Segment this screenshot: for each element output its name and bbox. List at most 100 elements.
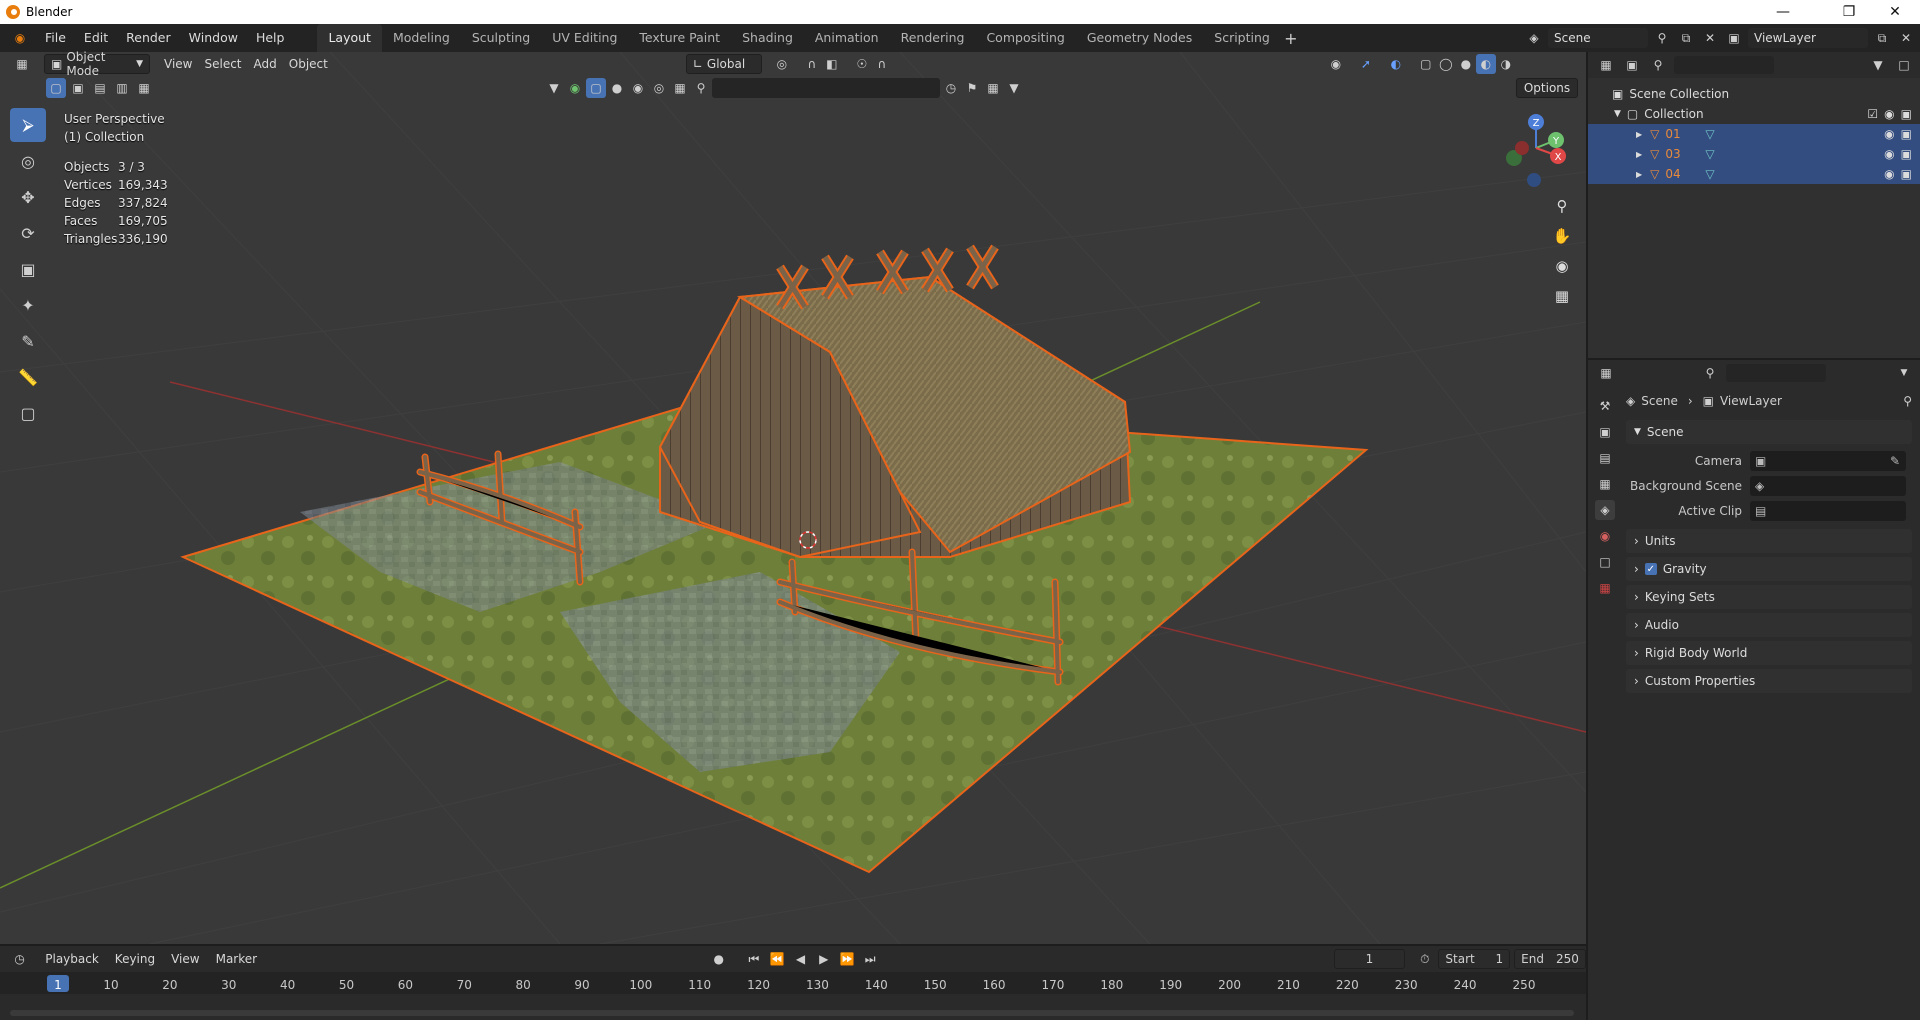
stopwatch-icon[interactable]: ⏱ [1415,949,1434,969]
custom-properties-panel-header[interactable]: › Custom Properties [1626,669,1912,693]
viewlayer-icon[interactable]: ▣ [1724,28,1744,48]
pan-hand-icon[interactable]: ✋ [1548,222,1576,250]
ortho-grid-icon[interactable]: ▦ [1548,282,1576,310]
scene-icon[interactable]: ◈ [1524,28,1544,48]
menu-render[interactable]: Render [117,24,180,52]
new-scene-icon[interactable]: ⧉ [1676,28,1696,48]
audio-panel-header[interactable]: › Audio [1626,613,1912,637]
annotate-tool[interactable]: ✎ [10,324,46,358]
end-frame-field[interactable]: End 250 [1514,949,1586,969]
object-filter-icon[interactable]: ▢ [586,78,606,98]
delete-viewlayer-icon[interactable]: ✕ [1896,28,1916,48]
timeline-track-area[interactable] [0,994,1586,1020]
menu-keying[interactable]: Keying [109,949,161,969]
rotate-tool[interactable]: ⟳ [10,216,46,250]
background-scene-field[interactable]: ◈ [1750,475,1906,496]
tab-sculpting[interactable]: Sculpting [461,24,541,52]
render-camera-icon[interactable]: ▣ [1901,147,1912,161]
expand-icon[interactable]: ▶ [1636,170,1642,179]
falloff-icon[interactable]: ∩ [872,54,892,74]
menu-object[interactable]: Object [283,54,334,74]
new-collection-icon[interactable]: □ [1894,55,1914,75]
timeline-scrollbar[interactable] [10,1010,1574,1016]
play-icon[interactable]: ▶ [814,949,833,969]
active-clip-field[interactable]: ▤ [1750,500,1906,521]
keying-sets-panel-header[interactable]: › Keying Sets [1626,585,1912,609]
properties-search-input[interactable] [1726,364,1826,382]
restore-icon[interactable]: ❐ [1826,0,1872,24]
timeline-editor-type-icon[interactable]: ◷ [10,949,29,969]
gizmo-icon[interactable]: ➚ [1356,54,1376,74]
scene-selector[interactable]: Scene [1548,28,1648,48]
wireframe-shading-icon[interactable]: ◯ [1436,54,1456,74]
xray-icon[interactable]: ▢ [1416,54,1436,74]
empty-filter-icon[interactable]: ◎ [649,78,669,98]
menu-timeline-view[interactable]: View [165,949,205,969]
camera-field[interactable]: ▣ ✎ [1750,450,1906,471]
jump-start-icon[interactable]: ⏮ [744,949,763,969]
tab-uv-editing[interactable]: UV Editing [541,24,628,52]
menu-view[interactable]: View [158,54,198,74]
proportional-editing-icon[interactable]: ☉ [852,54,872,74]
rigid-body-world-panel-header[interactable]: › Rigid Body World [1626,641,1912,665]
light-filter-icon[interactable]: ● [607,78,627,98]
tool-tab-icon[interactable]: ⚒ [1595,396,1615,416]
tab-layout[interactable]: Layout [317,24,382,52]
funnel-icon[interactable]: ▼ [1004,78,1024,98]
tab-shading[interactable]: Shading [731,24,804,52]
material-preview-shading-icon[interactable]: ◐ [1475,54,1496,74]
scale-tool[interactable]: ▣ [10,252,46,286]
play-reverse-icon[interactable]: ◀ [791,949,810,969]
cursor-tool[interactable]: ◎ [10,144,46,178]
exclude-checkbox-icon[interactable]: ☑ [1867,107,1878,121]
properties-editor-type-icon[interactable]: ▦ [1596,363,1616,383]
units-panel-header[interactable]: › Units [1626,529,1912,553]
visibility-eye-icon[interactable]: ◉ [1884,147,1894,161]
eyedropper-icon[interactable]: ✎ [1890,454,1900,468]
other-filter-icon[interactable]: ▦ [670,78,690,98]
mode-selector[interactable]: ▣ Object Mode ▼ [44,50,150,78]
gravity-panel-header[interactable]: › ✓ Gravity [1626,557,1912,581]
select-box-tool[interactable]: ⮚ [10,108,46,142]
filter-icon[interactable]: ▼ [1868,55,1888,75]
blender-menu-icon[interactable]: ◉ [10,28,30,48]
display-mode-icon[interactable]: ▣ [1622,55,1642,75]
new-viewlayer-icon[interactable]: ⧉ [1872,28,1892,48]
pivot-point-icon[interactable]: ◎ [772,54,792,74]
outliner-editor-type-icon[interactable]: ▦ [1596,55,1616,75]
delete-scene-icon[interactable]: ✕ [1700,28,1720,48]
outliner-scene-collection[interactable]: ▣ Scene Collection [1588,84,1920,104]
outliner-object-03[interactable]: ▶ ▽ 03 ▽ ◉ ▣ [1588,144,1920,164]
jump-end-icon[interactable]: ⏭ [861,949,880,969]
snap-icon[interactable]: ∩ [802,54,822,74]
select-intersect-icon[interactable]: ▦ [134,78,154,98]
viewport-scene[interactable] [0,52,1586,944]
layout-icon[interactable]: ▦ [983,78,1003,98]
tab-animation[interactable]: Animation [804,24,890,52]
select-extend-icon[interactable]: ▣ [68,78,88,98]
visibility-filter-icon[interactable]: ◷ [941,78,961,98]
overlay-icon[interactable]: ◐ [1386,54,1406,74]
start-frame-field[interactable]: Start 1 [1438,949,1511,969]
add-cube-tool[interactable]: ▢ [10,396,46,430]
select-subtract-icon[interactable]: ▤ [90,78,110,98]
outliner-object-04[interactable]: ▶ ▽ 04 ▽ ◉ ▣ [1588,164,1920,184]
measure-tool[interactable]: 📏 [10,360,46,394]
menu-marker[interactable]: Marker [210,949,263,969]
close-icon[interactable]: ✕ [1872,0,1918,24]
expand-icon[interactable]: ▶ [1636,150,1642,159]
tab-geometry-nodes[interactable]: Geometry Nodes [1076,24,1203,52]
camera-view-icon[interactable]: ◉ [1548,252,1576,280]
render-camera-icon[interactable]: ▣ [1901,127,1912,141]
outliner-object-01[interactable]: ▶ ▽ 01 ▽ ◉ ▣ [1588,124,1920,144]
editor-type-icon[interactable]: ▦ [12,54,32,74]
menu-help[interactable]: Help [247,24,294,52]
menu-playback[interactable]: Playback [39,949,105,969]
visibility-eye-icon[interactable]: ◉ [1884,127,1894,141]
outliner-collection[interactable]: ▼ ▢ Collection ☑ ◉ ▣ [1588,104,1920,124]
chevron-down-icon[interactable]: ▼ [1894,363,1914,383]
menu-add[interactable]: Add [248,54,283,74]
transform-orientation-selector[interactable]: ∟ Global [685,54,762,74]
next-keyframe-icon[interactable]: ⏩ [837,949,856,969]
minimize-icon[interactable]: — [1760,0,1806,24]
